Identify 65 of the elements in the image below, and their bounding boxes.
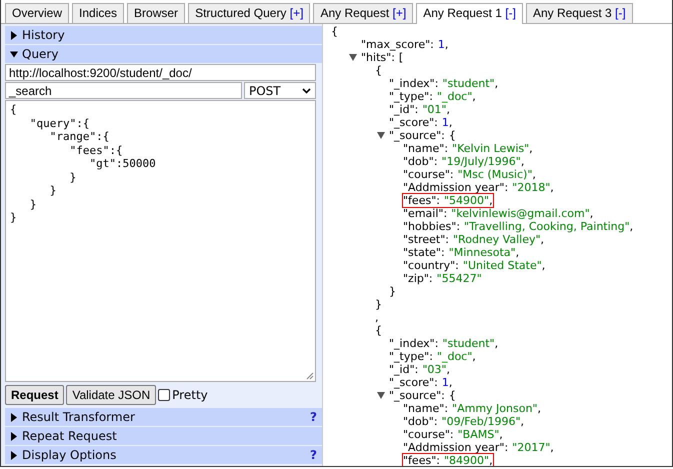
json-line: "_id": "01",	[389, 103, 450, 116]
json-line: {	[375, 324, 382, 337]
collapse-triangle-icon[interactable]	[349, 54, 357, 61]
json-line: "Addmission year": "2017",	[403, 441, 554, 454]
section-header[interactable]: Query	[5, 45, 322, 63]
section-header[interactable]: History	[5, 26, 322, 44]
section-header[interactable]: Result Transformer ?	[5, 408, 322, 426]
section-title: Result Transformer	[22, 410, 136, 424]
json-line: "_index": "student",	[389, 337, 498, 350]
caret-icon[interactable]	[302, 88, 311, 94]
tab[interactable]: Indices	[72, 3, 124, 23]
json-line: "dob": "19/July/1996",	[403, 155, 524, 168]
pretty-checkbox[interactable]: Pretty	[158, 388, 208, 402]
json-line: "_index": "student",	[389, 77, 498, 90]
json-line: "fees": "54900",	[403, 194, 493, 207]
json-line: "_type": "_doc",	[389, 90, 476, 103]
section-title: Repeat Request	[22, 429, 118, 443]
json-line: }	[389, 285, 396, 298]
json-line: {	[331, 25, 338, 38]
section-title: Query	[22, 47, 60, 61]
request-button[interactable]: Request	[5, 385, 64, 405]
url-field[interactable]: http://localhost:9200/student/_doc/	[5, 64, 316, 81]
json-line: "course": "BAMS",	[403, 428, 503, 441]
json-line: }	[375, 298, 382, 311]
json-line: "fees": "84900",	[403, 454, 493, 466]
json-line: "_source": {	[389, 389, 456, 402]
tab[interactable]: Overview	[5, 3, 70, 23]
resize-grip-icon[interactable]	[306, 372, 314, 380]
json-line: "hits": [	[361, 51, 404, 64]
method-dropdown[interactable]: POST	[244, 82, 316, 99]
json-line: "course": "Msc (Music)",	[403, 168, 536, 181]
json-line: "_id": "03",	[389, 363, 450, 376]
json-line: "zip": "55427"	[403, 272, 482, 285]
request-button[interactable]: Validate JSON	[66, 385, 156, 405]
json-line: "street": "Rodney Valley",	[403, 233, 544, 246]
section-title: Display Options	[22, 448, 118, 462]
tab[interactable]: Any Request [+]	[313, 3, 414, 23]
tab[interactable]: Any Request 1 [-]	[416, 3, 523, 24]
json-line: "_type": "_doc",	[389, 350, 476, 363]
json-line: "email": "kelvinlewis@gmail.com",	[403, 207, 594, 220]
tab[interactable]: Any Request 3 [-]	[526, 3, 633, 23]
json-line: "max_score": 1,	[361, 38, 448, 51]
help-link[interactable]: ?	[310, 448, 317, 462]
section-header[interactable]: Display Options ?	[5, 446, 322, 464]
tab[interactable]: Structured Query [+]	[188, 3, 310, 23]
section-header[interactable]: Repeat Request	[5, 427, 322, 445]
json-line: "hobbies": "Travelling, Cooking, Painting",	[403, 220, 634, 233]
collapse-triangle-icon[interactable]	[377, 392, 385, 399]
json-line: "_source": {	[389, 129, 456, 142]
json-line: {	[375, 64, 382, 77]
tab[interactable]: Browser	[127, 3, 186, 23]
json-line: "dob": "09/Feb/1996",	[403, 415, 524, 428]
section-title: History	[22, 28, 66, 42]
json-line: "country": "United State",	[403, 259, 546, 272]
json-line: "_score": 1,	[389, 376, 452, 389]
json-line: "_score": 1,	[389, 116, 452, 129]
collapse-triangle-icon[interactable]	[377, 132, 385, 139]
json-line: "name": "Kelvin Lewis",	[403, 142, 533, 155]
json-line: "name": "Ammy Jonson",	[403, 402, 541, 415]
help-link[interactable]: ?	[310, 410, 317, 424]
request-body-field[interactable]: { "query":{ "range":{ "fees":{ "gt":50000 } } } }	[5, 100, 316, 382]
path-field[interactable]: _search	[5, 82, 242, 99]
json-line: ,	[375, 311, 378, 324]
json-line: "Addmission year": "2018",	[403, 181, 554, 194]
json-line: "state": "Minnesota",	[403, 246, 520, 259]
